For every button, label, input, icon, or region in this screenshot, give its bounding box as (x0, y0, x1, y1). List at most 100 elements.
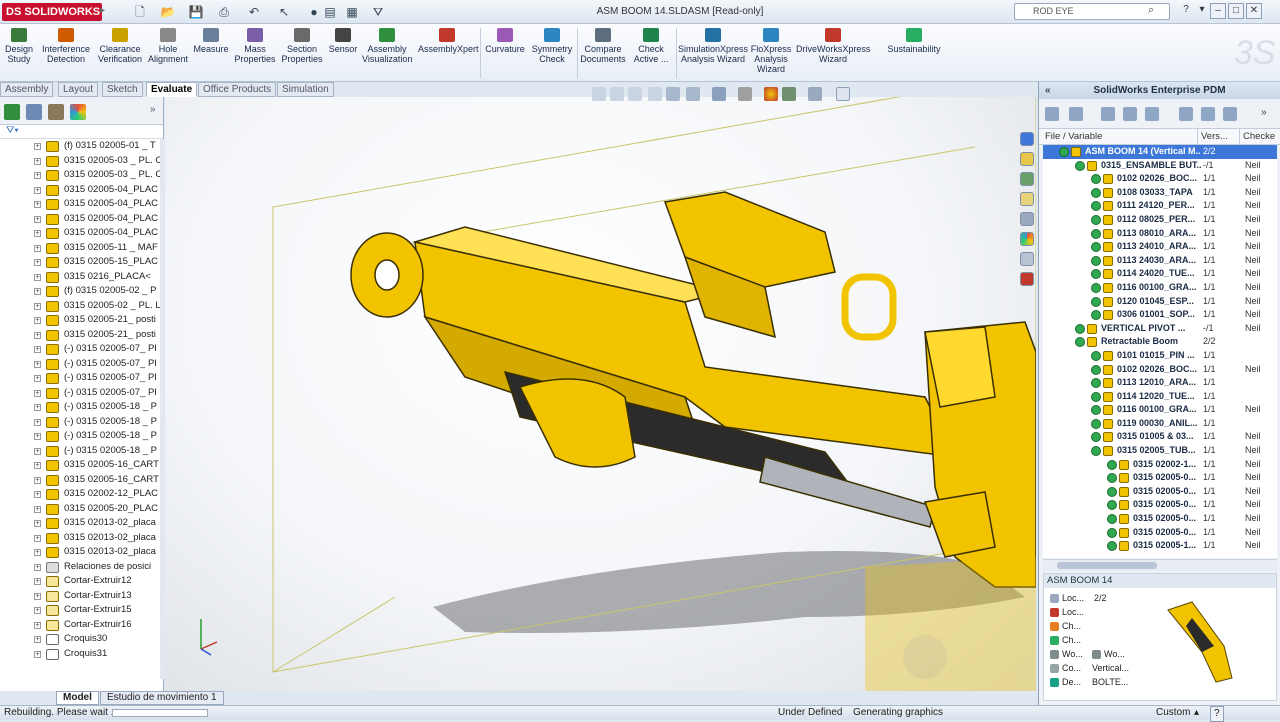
tab-model[interactable]: Model (56, 691, 99, 705)
expand-toggle-icon[interactable]: + (34, 404, 41, 411)
tree-item[interactable]: +0315 02005-03 _ PL. C (0, 168, 160, 183)
tree-item[interactable]: + Cortar-Extruir12 (0, 574, 160, 589)
help-icon[interactable]: ? (1178, 3, 1194, 19)
pdm-file-row[interactable]: 0101 01015_PIN ... 1/1 (1043, 349, 1277, 363)
expand-toggle-icon[interactable]: + (34, 592, 41, 600)
pdm-get-latest-icon[interactable] (1123, 107, 1137, 121)
column-file-variable[interactable]: File / Variable (1045, 129, 1102, 145)
expand-toggle-icon[interactable]: + (34, 650, 41, 658)
pdm-file-row[interactable]: 0114 24020_TUE... 1/1 Neil (1043, 267, 1277, 281)
expand-toggle-icon[interactable]: + (34, 288, 41, 295)
pdm-file-row[interactable]: 0102 02026_BOC... 1/1 Neil (1043, 363, 1277, 377)
pdm-file-row[interactable]: 0113 08010_ARA... 1/1 Neil (1043, 227, 1277, 241)
tree-item[interactable]: + Croquis30 (0, 632, 160, 647)
display-manager-tab-icon[interactable] (70, 104, 86, 120)
save-icon[interactable]: 💾 (188, 4, 204, 20)
pdm-file-row[interactable]: Retractable Boom 2/2 (1043, 335, 1277, 349)
interference-detection-button[interactable]: Interference Detection (40, 28, 92, 64)
feature-manager-tab-icon[interactable] (4, 104, 20, 120)
expand-toggle-icon[interactable]: + (34, 607, 41, 614)
pdm-view-options-icon[interactable] (1145, 107, 1159, 121)
apply-scene-icon[interactable] (782, 87, 796, 101)
tree-item[interactable]: + (-) 0315 02005-07_ PI (0, 371, 160, 386)
pdm-file-row[interactable]: VERTICAL PIVOT ... -/1 Neil (1043, 322, 1277, 336)
tab-assembly[interactable]: Assembly (0, 82, 54, 97)
scrollbar-thumb[interactable] (1057, 562, 1157, 569)
expand-toggle-icon[interactable]: + (34, 186, 41, 194)
close-button[interactable]: ✕ (1246, 3, 1262, 19)
tree-item[interactable]: +0315 02013-02_placa (0, 516, 160, 531)
feature-filter[interactable]: ⛛▾ (0, 125, 163, 139)
hole-alignment-button[interactable]: Hole Alignment (148, 28, 188, 64)
tree-item[interactable]: + Cortar-Extruir16 (0, 618, 160, 633)
pdm-file-row[interactable]: 0315_ENSAMBLE BUT... -/1 Neil (1043, 159, 1277, 173)
pdm-more-icon[interactable]: » (1261, 107, 1267, 118)
pdm-properties-icon[interactable] (1179, 107, 1193, 121)
tree-item[interactable]: + (f) 0315 02005-02 _ P (0, 284, 160, 299)
print-icon[interactable]: ⎙ (216, 4, 232, 20)
dynamic-annotation-icon[interactable] (666, 87, 680, 101)
tab-evaluate[interactable]: Evaluate (146, 82, 198, 97)
clearance-verification-button[interactable]: Clearance Verification (96, 28, 144, 64)
tree-item[interactable]: +0315 02002-12_PLAC (0, 487, 160, 502)
pdm-file-row[interactable]: 0120 01045_ESP... 1/1 Neil (1043, 295, 1277, 309)
sensor-button[interactable]: Sensor (328, 28, 358, 54)
pdm-file-row[interactable]: 0315 02005-0... 1/1 Neil (1043, 498, 1277, 512)
symmetry-check-button[interactable]: Symmetry Check (530, 28, 574, 64)
pdm-where-used-icon[interactable] (1223, 107, 1237, 121)
solidworks-logo[interactable]: DS SOLIDWORKS (2, 3, 102, 21)
floxpress-button[interactable]: FloXpress Analysis Wizard (750, 28, 792, 74)
pdm-file-row[interactable]: 0111 24120_PER... 1/1 Neil (1043, 199, 1277, 213)
expand-toggle-icon[interactable]: + (34, 505, 41, 513)
graphics-area[interactable] (165, 97, 1036, 691)
expand-toggle-icon[interactable]: + (34, 317, 41, 324)
pdm-history-icon[interactable] (1201, 107, 1215, 121)
tree-item[interactable]: + (-) 0315 02005-18 _ P (0, 429, 160, 444)
expand-toggle-icon[interactable]: + (34, 201, 41, 208)
tree-item[interactable]: +0315 02005-15_PLAC (0, 255, 160, 270)
3d-cube-icon[interactable] (836, 87, 850, 101)
pdm-file-row[interactable]: 0112 08025_PER... 1/1 Neil (1043, 213, 1277, 227)
expand-toggle-icon[interactable]: + (34, 549, 41, 556)
tree-item[interactable]: + Cortar-Extruir13 (0, 589, 160, 604)
pdm-file-row[interactable]: 0114 12020_TUE... 1/1 (1043, 390, 1277, 404)
expand-toggle-icon[interactable]: + (34, 331, 41, 339)
pdm-file-row[interactable]: 0108 03033_TAPA 1/1 Neil (1043, 186, 1277, 200)
pdm-file-row[interactable]: 0102 02026_BOC... 1/1 Neil (1043, 172, 1277, 186)
view-settings-icon[interactable] (808, 87, 822, 101)
search-input[interactable]: ROD EYE (1014, 3, 1170, 20)
tree-item[interactable]: + Cortar-Extruir15 (0, 603, 160, 618)
unit-dropdown-icon[interactable]: ▴ (1194, 706, 1199, 720)
assemblyxpert-button[interactable]: AssemblyXpert (418, 28, 479, 54)
tree-item[interactable]: + (f) 0315 02005-01 _ T (0, 139, 160, 154)
tree-item[interactable]: + Croquis31 (0, 647, 160, 662)
expand-toggle-icon[interactable]: + (34, 143, 41, 150)
pdm-file-row[interactable]: 0315 02005-0... 1/1 Neil (1043, 471, 1277, 485)
hide-show-items-icon[interactable] (738, 87, 752, 101)
expand-toggle-icon[interactable]: + (34, 433, 41, 440)
tree-item[interactable]: +0315 02005-21_ posti (0, 328, 160, 343)
expand-toggle-icon[interactable]: + (34, 462, 41, 469)
sustainability-button[interactable]: Sustainability (884, 28, 944, 54)
maximize-button[interactable]: □ (1228, 3, 1244, 19)
expand-toggle-icon[interactable]: + (34, 476, 41, 484)
new-document-icon[interactable]: 🗋 (132, 4, 148, 20)
tab-simulation[interactable]: Simulation (277, 82, 334, 97)
expand-toggle-icon[interactable]: + (34, 157, 41, 165)
pdm-file-row[interactable]: 0315 02002-1... 1/1 Neil (1043, 458, 1277, 472)
edit-appearance-icon[interactable] (764, 87, 778, 101)
tree-item[interactable]: + (-) 0315 02005-18 _ P (0, 400, 160, 415)
zoom-to-fit-icon[interactable] (592, 87, 606, 101)
driveworksxpress-button[interactable]: DriveWorksXpress Wizard (796, 28, 870, 64)
pdm-file-row[interactable]: 0113 24030_ARA... 1/1 Neil (1043, 254, 1277, 268)
solidworks-resources-icon[interactable] (1020, 132, 1034, 146)
help-dropdown-icon[interactable]: ▾ (1194, 3, 1210, 19)
feature-tree-scrollbar[interactable] (160, 139, 164, 679)
expand-toggle-icon[interactable]: + (34, 563, 41, 571)
pdm-file-row[interactable]: 0116 00100_GRA... 1/1 Neil (1043, 281, 1277, 295)
tree-item[interactable]: +0315 02005-20_PLAC (0, 502, 160, 517)
search-icon[interactable]: ⌕ (1148, 4, 1154, 17)
pdm-file-row[interactable]: 0315 02005-0... 1/1 Neil (1043, 512, 1277, 526)
compare-documents-button[interactable]: Compare Documents (580, 28, 626, 64)
measure-button[interactable]: Measure (192, 28, 230, 54)
